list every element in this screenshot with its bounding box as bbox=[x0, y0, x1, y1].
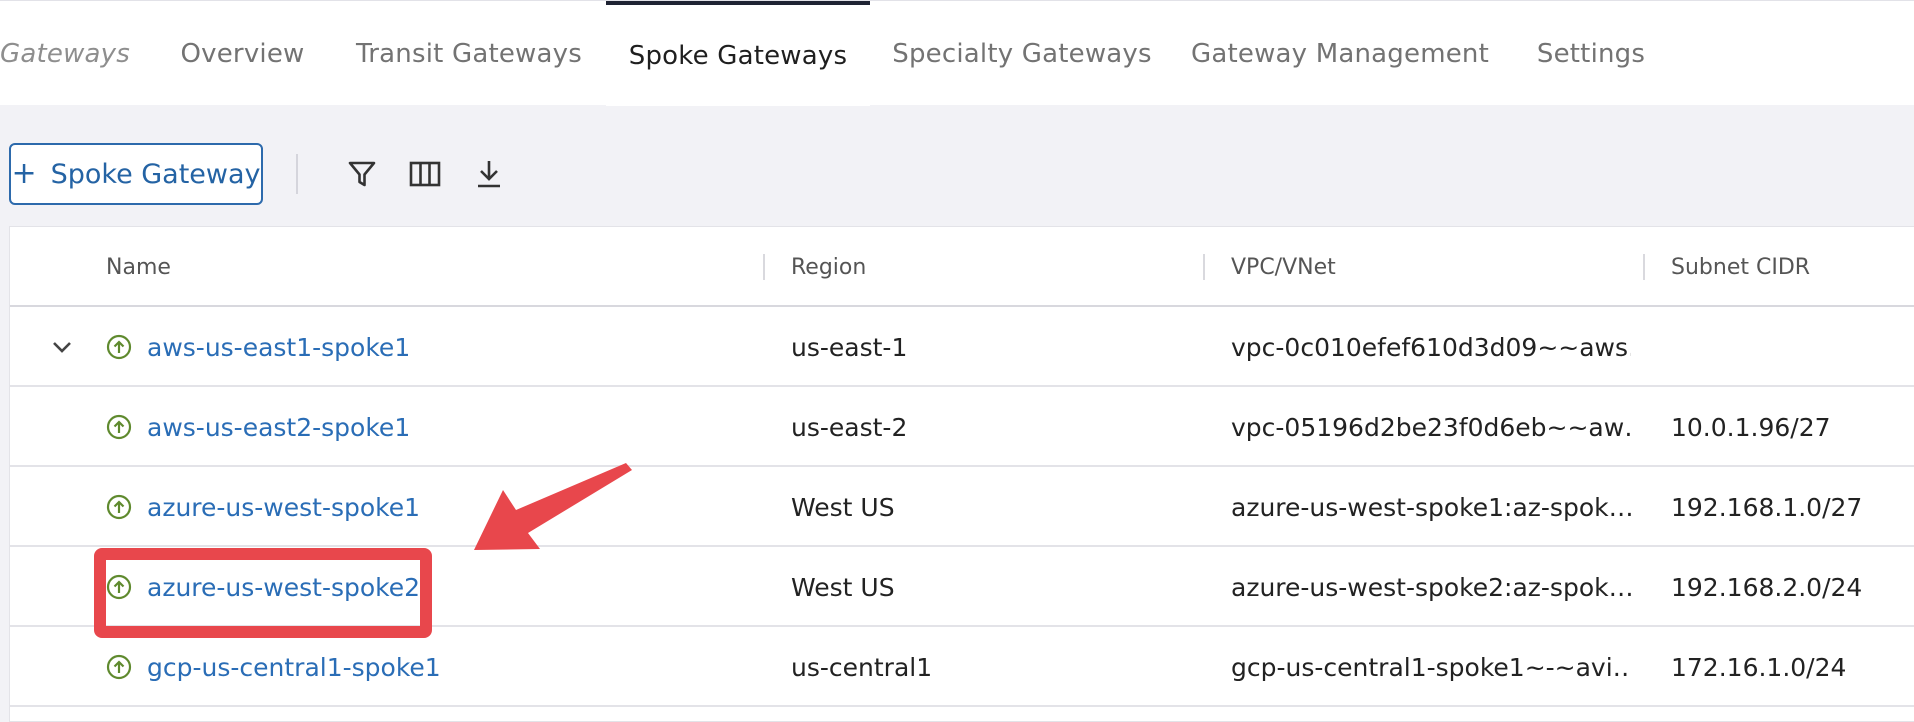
region-cell: us-east-1 bbox=[791, 332, 908, 362]
subnet-cidr-cell: 192.168.1.0/27 bbox=[1671, 492, 1863, 522]
column-header-name[interactable]: Name bbox=[106, 227, 171, 307]
table-header: Name Region VPC/VNet Subnet CIDR bbox=[10, 227, 1914, 307]
top-tab-bar: Gateways Overview Transit Gateways Spoke… bbox=[0, 0, 1914, 106]
tab-settings[interactable]: Settings bbox=[1520, 1, 1662, 106]
status-up-icon bbox=[106, 334, 132, 360]
plus-icon: + bbox=[11, 156, 37, 191]
tab-overview[interactable]: Overview bbox=[160, 1, 325, 106]
tab-transit-gateways[interactable]: Transit Gateways bbox=[344, 1, 594, 106]
column-separator[interactable] bbox=[1643, 254, 1645, 280]
download-icon[interactable] bbox=[470, 155, 508, 193]
table-row[interactable]: aws-us-east2-spoke1 us-east-2 vpc-05196d… bbox=[10, 387, 1914, 467]
column-header-vpc[interactable]: VPC/VNet bbox=[1231, 227, 1336, 307]
table-row[interactable]: gcp-us-central1-spoke1 us-central1 gcp-u… bbox=[10, 627, 1914, 707]
filter-icon[interactable] bbox=[343, 155, 381, 193]
status-up-icon bbox=[106, 654, 132, 680]
annotation-highlight-box bbox=[94, 548, 432, 638]
gateway-name-link[interactable]: gcp-us-central1-spoke1 bbox=[147, 627, 747, 707]
vpc-cell: azure-us-west-spoke2:az-spok… bbox=[1231, 572, 1631, 602]
column-separator[interactable] bbox=[763, 254, 765, 280]
region-cell: West US bbox=[791, 572, 895, 602]
column-header-subnet-cidr[interactable]: Subnet CIDR bbox=[1671, 227, 1810, 307]
subnet-cidr-cell: 192.168.2.0/24 bbox=[1671, 572, 1863, 602]
column-separator[interactable] bbox=[1203, 254, 1205, 280]
vpc-cell: gcp-us-central1-spoke1~-~avi… bbox=[1231, 652, 1631, 682]
region-cell: us-central1 bbox=[791, 652, 933, 682]
breadcrumb[interactable]: Gateways bbox=[0, 1, 130, 106]
table-row[interactable]: azure-us-west-spoke1 West US azure-us-we… bbox=[10, 467, 1914, 547]
status-up-icon bbox=[106, 494, 132, 520]
tab-gateway-management[interactable]: Gateway Management bbox=[1190, 1, 1490, 106]
vpc-cell: vpc-0c010efef610d3d09~~aws… bbox=[1231, 332, 1631, 362]
subnet-cidr-cell bbox=[1671, 307, 1911, 387]
add-spoke-gateway-label: Spoke Gateway bbox=[50, 158, 261, 190]
vpc-cell: vpc-05196d2be23f0d6eb~~aw… bbox=[1231, 412, 1631, 442]
toolbar-divider bbox=[296, 154, 298, 194]
vpc-cell: azure-us-west-spoke1:az-spok… bbox=[1231, 492, 1631, 522]
add-spoke-gateway-button[interactable]: + Spoke Gateway bbox=[9, 143, 263, 205]
gateway-name-link[interactable]: azure-us-west-spoke1 bbox=[147, 467, 747, 547]
chevron-down-icon[interactable] bbox=[48, 333, 76, 361]
table-row[interactable]: aws-us-east1-spoke1 us-east-1 vpc-0c010e… bbox=[10, 307, 1914, 387]
spoke-gateways-table: Name Region VPC/VNet Subnet CIDR aws-us-… bbox=[9, 226, 1914, 722]
gateway-name-link[interactable]: aws-us-east1-spoke1 bbox=[147, 307, 747, 387]
subnet-cidr-cell: 172.16.1.0/24 bbox=[1671, 652, 1847, 682]
gateway-name-link[interactable]: aws-us-east2-spoke1 bbox=[147, 387, 747, 467]
column-header-region[interactable]: Region bbox=[791, 227, 866, 307]
page: Gateways Overview Transit Gateways Spoke… bbox=[0, 0, 1914, 722]
tab-spoke-gateways[interactable]: Spoke Gateways bbox=[606, 1, 870, 106]
tab-specialty-gateways[interactable]: Specialty Gateways bbox=[884, 1, 1160, 106]
subnet-cidr-cell: 10.0.1.96/27 bbox=[1671, 412, 1831, 442]
status-up-icon bbox=[106, 414, 132, 440]
region-cell: us-east-2 bbox=[791, 412, 908, 442]
region-cell: West US bbox=[791, 492, 895, 522]
columns-icon[interactable] bbox=[406, 155, 444, 193]
